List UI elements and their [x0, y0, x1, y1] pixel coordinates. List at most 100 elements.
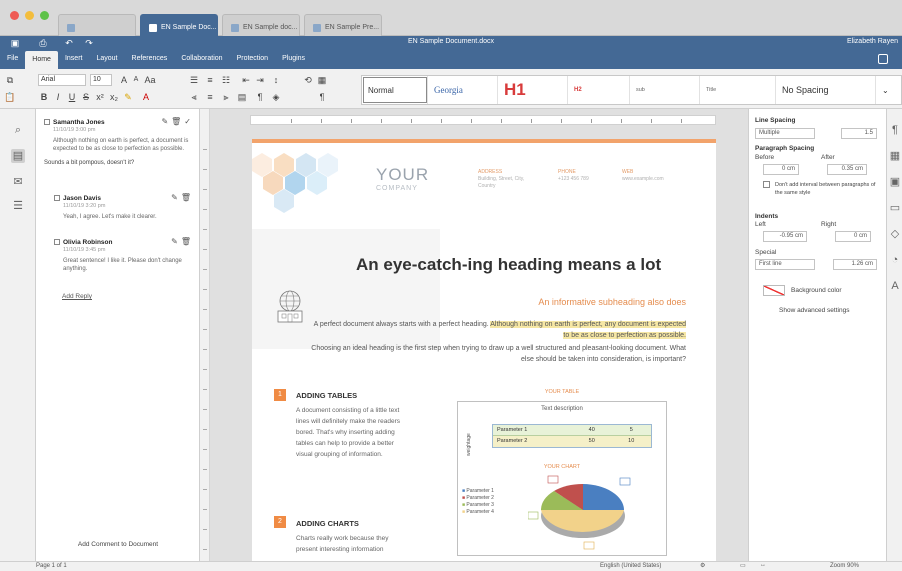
- tab-start[interactable]: [58, 14, 136, 36]
- special-type-select[interactable]: First line: [755, 259, 815, 270]
- align-center-icon[interactable]: ≡: [204, 91, 216, 103]
- fit-page-icon[interactable]: ▭: [740, 562, 746, 569]
- spacing-before-input[interactable]: 0 cm: [763, 164, 799, 175]
- tab-home[interactable]: Home: [25, 51, 58, 70]
- comment-checkbox[interactable]: [54, 238, 60, 245]
- data-table[interactable]: Parameter 1 40 5 Parameter 2 50 10: [492, 424, 652, 448]
- font-size-select[interactable]: 10: [90, 74, 112, 86]
- indent-right-input[interactable]: 0 cm: [835, 231, 871, 242]
- shading-icon[interactable]: ◈: [270, 91, 282, 103]
- search-icon[interactable]: ⌕: [11, 123, 25, 137]
- shape-settings-icon[interactable]: ◇: [888, 227, 902, 241]
- line-spacing-type-select[interactable]: Multiple: [755, 128, 815, 139]
- comment-checkbox[interactable]: [44, 118, 50, 125]
- close-window-button[interactable]: [10, 11, 19, 20]
- justify-icon[interactable]: ▤: [236, 91, 248, 103]
- numbering-icon[interactable]: ≡: [204, 74, 216, 86]
- style-georgia[interactable]: Georgia: [428, 76, 498, 104]
- tab-doc-2[interactable]: EN Sample doc...: [222, 14, 300, 36]
- underline-icon[interactable]: U: [66, 91, 78, 103]
- tab-references[interactable]: References: [125, 50, 175, 69]
- font-name-select[interactable]: Arial: [38, 74, 86, 86]
- paragraph-settings-icon[interactable]: ¶: [888, 123, 902, 137]
- navigation-icon[interactable]: ☰: [11, 199, 25, 213]
- change-case-icon[interactable]: Aa: [144, 74, 156, 86]
- comment-reply[interactable]: Jason Davis 11/10/19 3:20 pm ✎🗑 Yeah, I …: [54, 193, 194, 221]
- styles-expand-icon[interactable]: ⌄: [876, 76, 901, 104]
- fit-width-icon[interactable]: ↔: [760, 562, 766, 568]
- tab-insert[interactable]: Insert: [58, 50, 90, 69]
- superscript-icon[interactable]: x²: [94, 91, 106, 103]
- document-page[interactable]: YOUR COMPANY ADDRESS Building, Street, C…: [252, 139, 716, 561]
- style-h2[interactable]: H2: [568, 76, 630, 104]
- line-spacing-value-input[interactable]: 1.5: [841, 128, 877, 139]
- add-reply-link[interactable]: Add Reply: [62, 293, 92, 300]
- add-comment-button[interactable]: Add Comment to Document: [56, 541, 180, 548]
- nonprinting-icon[interactable]: ¶: [316, 91, 328, 103]
- comment-actions[interactable]: ✎🗑: [171, 237, 194, 246]
- font-color-icon[interactable]: A: [140, 91, 152, 103]
- special-value-input[interactable]: 1.26 cm: [833, 259, 877, 270]
- style-no-spacing[interactable]: No Spacing: [776, 76, 876, 104]
- decrease-font-icon[interactable]: A: [130, 74, 142, 86]
- document-area[interactable]: YOUR COMPANY ADDRESS Building, Street, C…: [210, 109, 748, 561]
- open-location-icon[interactable]: [878, 54, 888, 64]
- spacing-after-input[interactable]: 0.35 cm: [827, 164, 867, 175]
- comment-reply[interactable]: Olivia Robinson 11/10/19 3:45 pm ✎🗑 Grea…: [54, 237, 194, 273]
- tab-layout[interactable]: Layout: [89, 50, 124, 69]
- comment-actions[interactable]: ✎🗑✓: [161, 117, 194, 126]
- background-color-swatch[interactable]: [763, 285, 785, 296]
- style-title[interactable]: Title: [700, 76, 776, 104]
- italic-icon[interactable]: I: [52, 91, 64, 103]
- tab-collaboration[interactable]: Collaboration: [174, 50, 229, 69]
- comments-icon[interactable]: ▤: [11, 149, 25, 163]
- user-name[interactable]: Elizabeth Rayen: [847, 38, 898, 45]
- minimize-window-button[interactable]: [25, 11, 34, 20]
- style-sub[interactable]: sub: [630, 76, 700, 104]
- show-advanced-settings-link[interactable]: Show advanced settings: [779, 307, 849, 314]
- highlight-color-icon[interactable]: ✎: [122, 91, 134, 103]
- page-indicator[interactable]: Page 1 of 1: [36, 563, 67, 569]
- increase-font-icon[interactable]: A: [118, 74, 130, 86]
- style-normal[interactable]: Normal: [362, 76, 428, 104]
- indent-left-input[interactable]: -0.95 cm: [763, 231, 807, 242]
- image-settings-icon[interactable]: ▣: [888, 175, 902, 189]
- increase-indent-icon[interactable]: ⇥: [254, 74, 266, 86]
- comment-checkbox[interactable]: [54, 194, 60, 201]
- align-right-icon[interactable]: ⫸: [220, 91, 232, 103]
- tab-doc-active[interactable]: EN Sample Doc...: [140, 14, 218, 36]
- pie-chart[interactable]: [528, 472, 638, 552]
- style-h1[interactable]: H1: [498, 76, 568, 104]
- bold-icon[interactable]: B: [38, 91, 50, 103]
- horizontal-ruler[interactable]: [250, 115, 716, 125]
- tab-protection[interactable]: Protection: [230, 50, 276, 69]
- insert-image-icon[interactable]: ▦: [316, 74, 328, 86]
- line-spacing-icon[interactable]: ↕: [270, 74, 282, 86]
- subscript-icon[interactable]: x₂: [108, 91, 120, 103]
- tab-file[interactable]: File: [0, 50, 25, 69]
- paragraph-marks-icon[interactable]: ¶: [254, 91, 266, 103]
- align-left-icon[interactable]: ⫷: [188, 91, 200, 103]
- chart-settings-icon[interactable]: ◔: [888, 253, 902, 267]
- bullets-icon[interactable]: ☰: [188, 74, 200, 86]
- track-changes-icon[interactable]: ⚙: [700, 562, 705, 569]
- multilevel-list-icon[interactable]: ☷: [220, 74, 232, 86]
- strikethrough-icon[interactable]: S: [80, 91, 92, 103]
- zoom-level[interactable]: Zoom 90%: [830, 563, 859, 569]
- dont-add-interval-checkbox[interactable]: [763, 181, 770, 188]
- paste-icon[interactable]: 📋: [4, 91, 16, 103]
- copy-icon[interactable]: ⧉: [4, 74, 16, 86]
- header-footer-icon[interactable]: ▭: [888, 201, 902, 215]
- chat-icon[interactable]: ✉: [11, 175, 25, 189]
- comment-item[interactable]: Samantha Jones 11/10/19 3:00 pm ✎🗑✓ Alth…: [44, 117, 194, 167]
- commented-text[interactable]: Although nothing on earth is perfect, an…: [490, 321, 686, 339]
- maximize-window-button[interactable]: [40, 11, 49, 20]
- text-art-icon[interactable]: A: [888, 279, 902, 293]
- tab-presentation[interactable]: EN Sample Pre...: [304, 14, 382, 36]
- table-settings-icon[interactable]: ▦: [888, 149, 902, 163]
- comment-actions[interactable]: ✎🗑: [171, 193, 194, 202]
- decrease-indent-icon[interactable]: ⇤: [240, 74, 252, 86]
- table-chart-frame[interactable]: Text description weightage Parameter 1 4…: [457, 401, 667, 556]
- language-indicator[interactable]: English (United States): [600, 563, 661, 569]
- tab-plugins[interactable]: Plugins: [275, 50, 312, 69]
